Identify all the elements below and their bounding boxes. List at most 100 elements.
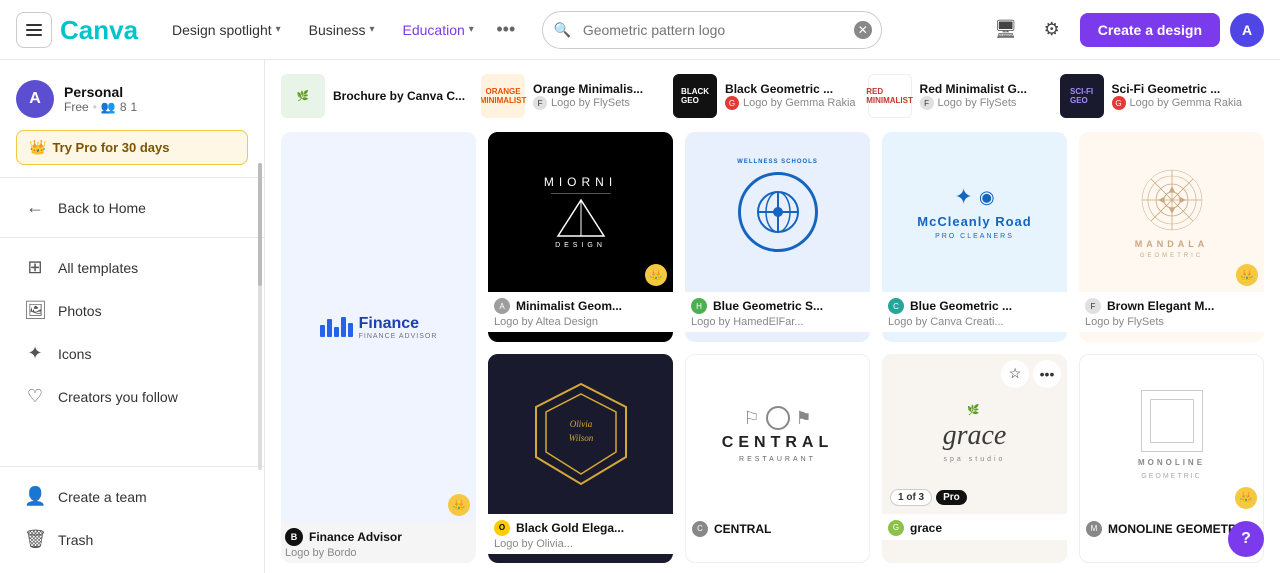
create-team-icon: 👤 xyxy=(24,486,46,507)
hamburger-button[interactable] xyxy=(16,12,52,48)
all-templates-label: All templates xyxy=(58,260,138,276)
sidebar-user-section: A Personal Free • 👥 8 1 xyxy=(0,72,264,122)
photo-icon: 🖼 xyxy=(24,300,46,321)
brochure-title: Brochure by Canva C... xyxy=(333,89,465,103)
minimalist-geo-info: A Minimalist Geom... Logo by Altea Desig… xyxy=(488,292,673,332)
svg-text:Olivia: Olivia xyxy=(569,419,592,429)
back-arrow-icon: ← xyxy=(24,197,46,218)
settings-icon-button[interactable]: ⚙ xyxy=(1034,12,1070,48)
olivia-card[interactable]: Olivia Wilson O Black Gold Elega... Logo… xyxy=(488,354,673,564)
orange-sub: F Logo by FlySets xyxy=(533,96,643,110)
sidebar-item-photos[interactable]: 🖼 Photos xyxy=(8,290,256,331)
wellness-svg xyxy=(753,187,803,237)
olivia-creator-avatar: O xyxy=(494,520,510,536)
scifi-sub: G Logo by Gemma Rakia xyxy=(1112,96,1243,110)
mandala-info: F Brown Elegant M... Logo by FlySets xyxy=(1079,292,1264,332)
top-card-scifi[interactable]: SCI-FIGEO Sci-Fi Geometric ... G Logo by… xyxy=(1060,74,1243,118)
topnav: Canva Design spotlight ▾ Business ▾ Educ… xyxy=(0,0,1280,60)
nav-education[interactable]: Education ▾ xyxy=(391,16,486,44)
chevron-down-icon: ▾ xyxy=(469,24,474,35)
more-nav-button[interactable]: ••• xyxy=(490,14,522,46)
divider xyxy=(0,177,264,178)
create-design-button[interactable]: Create a design xyxy=(1080,13,1220,47)
canva-logo: Canva xyxy=(60,15,140,45)
user-avatar-sidebar: A xyxy=(16,80,54,118)
team-icon: 👥 xyxy=(101,100,116,114)
top-card-orange[interactable]: ORANGEMINIMALIST Orange Minimalis... F L… xyxy=(481,74,661,118)
scifi-title: Sci-Fi Geometric ... xyxy=(1112,82,1243,96)
nav-links: Design spotlight ▾ Business ▾ Education … xyxy=(160,14,522,46)
num-badge-grace: 1 of 3 xyxy=(890,489,932,506)
search-input[interactable] xyxy=(542,11,882,49)
crown-badge-monoline: 👑 xyxy=(1235,487,1257,509)
try-pro-button[interactable]: 👑 Try Pro for 30 days xyxy=(16,130,248,165)
crown-badge-miorni: 👑 xyxy=(645,264,667,286)
main-layout: A Personal Free • 👥 8 1 👑 Try Pro for 30… xyxy=(0,60,1280,573)
create-team-label: Create a team xyxy=(58,489,147,505)
central-card[interactable]: ⚐ ⚑ CENTRAL RESTAURANT C CENTRAL xyxy=(685,354,870,564)
pro-badge-grace: Pro xyxy=(936,490,967,505)
heart-icon: ♡ xyxy=(24,386,46,407)
bubbles-icon: ✦ xyxy=(954,184,972,210)
sidebar-item-creators[interactable]: ♡ Creators you follow xyxy=(8,376,256,417)
spoon-icon: ⚑ xyxy=(796,408,812,429)
bubbles-icon-2: ◉ xyxy=(979,187,995,208)
sidebar-item-create-team[interactable]: 👤 Create a team xyxy=(8,476,256,517)
trash-label: Trash xyxy=(58,532,93,548)
wellness-card[interactable]: WELLNESS SCHOOLS H Blue Geometric S... L… xyxy=(685,132,870,342)
grid-scroll[interactable]: 🌿 Brochure by Canva C... ORANGEMINIMALIS… xyxy=(265,60,1280,573)
wellness-title: Blue Geometric S... xyxy=(713,299,823,313)
finance-advisor-card[interactable]: Finance Finance Advisor 👑 B Finance Advi… xyxy=(281,132,476,563)
star-button-grace[interactable]: ☆ xyxy=(1001,360,1029,388)
crown-badge-finance: 👑 xyxy=(448,494,470,516)
fork-icon: ⚐ xyxy=(743,408,759,429)
central-creator-avatar: C xyxy=(692,521,708,537)
top-card-black-geo[interactable]: BLACKGEO Black Geometric ... G Logo by G… xyxy=(673,74,856,118)
finance-card-info: B Finance Advisor Logo by Bordo xyxy=(281,522,476,563)
sidebar: A Personal Free • 👥 8 1 👑 Try Pro for 30… xyxy=(0,60,265,573)
sidebar-item-trash[interactable]: 🗑 Trash xyxy=(8,519,256,560)
sidebar-item-back-home[interactable]: ← Back to Home xyxy=(8,187,256,228)
nav-business[interactable]: Business ▾ xyxy=(297,16,387,44)
sidebar-item-icons[interactable]: ✦ Icons xyxy=(8,333,256,374)
circle-icon xyxy=(766,406,790,430)
wellness-thumb: WELLNESS SCHOOLS xyxy=(685,132,870,292)
grid-icon: ⊞ xyxy=(24,257,46,278)
divider-2 xyxy=(0,237,264,238)
grace-thumb: 🌿 grace spa studio 1 of 3 Pro ☆ ••• xyxy=(882,354,1067,514)
sidebar-item-all-templates[interactable]: ⊞ All templates xyxy=(8,247,256,288)
brochure-card[interactable]: 🌿 Brochure by Canva C... xyxy=(281,70,465,122)
icons-label: Icons xyxy=(58,346,91,362)
more-button-grace[interactable]: ••• xyxy=(1033,360,1061,388)
photos-label: Photos xyxy=(58,303,102,319)
user-plan: Free • 👥 8 1 xyxy=(64,100,137,114)
mandala-card[interactable]: MANDALA GEOMETRIC 👑 F Brown Elegant M...… xyxy=(1079,132,1264,342)
trash-icon: 🗑 xyxy=(24,529,46,550)
user-avatar-topnav[interactable]: A xyxy=(1230,13,1264,47)
mccleanly-info: C Blue Geometric ... Logo by Canva Creat… xyxy=(882,292,1067,332)
scrollbar-thumb[interactable] xyxy=(258,163,262,286)
grace-creator-avatar: G xyxy=(888,520,904,536)
search-icon: 🔍 xyxy=(554,21,571,38)
nav-design-spotlight[interactable]: Design spotlight ▾ xyxy=(160,16,293,44)
help-button[interactable]: ? xyxy=(1228,521,1264,557)
mccleanly-card[interactable]: ✦ ◉ McCleanly Road PRO CLEANERS C Blue G… xyxy=(882,132,1067,342)
mandala-title: Brown Elegant M... xyxy=(1107,299,1214,313)
brochure-thumb: 🌿 xyxy=(281,74,325,118)
red-min-top-thumb: REDMINIMALIST xyxy=(868,74,912,118)
top-card-red-min[interactable]: REDMINIMALIST Red Minimalist G... F Logo… xyxy=(868,74,1048,118)
search-bar: 🔍 ✕ xyxy=(542,11,882,49)
minimalist-geo-card[interactable]: MIORNI DESIGN 👑 xyxy=(488,132,673,342)
central-info: C CENTRAL xyxy=(686,515,869,541)
central-thumb: ⚐ ⚑ CENTRAL RESTAURANT xyxy=(686,355,869,515)
content-area: 🌿 Brochure by Canva C... ORANGEMINIMALIS… xyxy=(265,60,1280,573)
monitor-icon-button[interactable]: 🖥 xyxy=(988,12,1024,48)
grace-card[interactable]: 🌿 grace spa studio 1 of 3 Pro ☆ ••• xyxy=(882,354,1067,564)
clear-search-button[interactable]: ✕ xyxy=(854,21,872,39)
black-geo-title: Black Geometric ... xyxy=(725,82,856,96)
mccleanly-sub: Logo by Canva Creati... xyxy=(888,316,1061,328)
red-min-sub: F Logo by FlySets xyxy=(920,96,1027,110)
monoline-creator-avatar: M xyxy=(1086,521,1102,537)
nav-actions: 🖥 ⚙ Create a design A xyxy=(988,12,1264,48)
red-min-creator-avatar: F xyxy=(920,96,934,110)
